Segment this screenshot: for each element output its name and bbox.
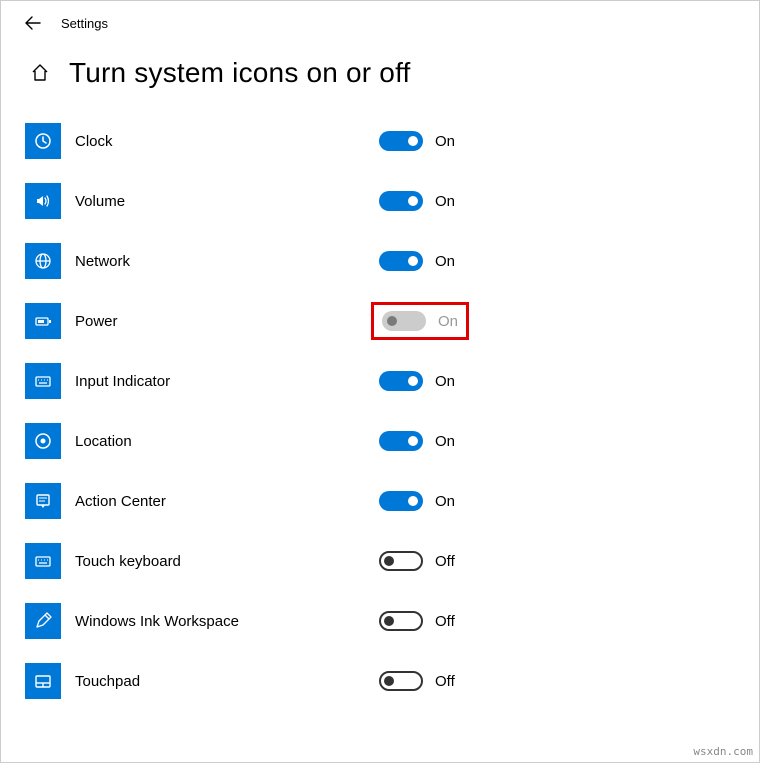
title-bar: Settings [1, 1, 759, 45]
label-touchkb: Touch keyboard [61, 553, 371, 570]
touchpad-icon [25, 663, 61, 699]
toggle-network[interactable] [379, 251, 423, 271]
toggle-ink[interactable] [379, 611, 423, 631]
toggle-state-ink: Off [435, 613, 455, 630]
toggle-power [382, 311, 426, 331]
label-network: Network [61, 253, 371, 270]
toggle-group-clock: On [371, 125, 463, 157]
clock-icon [25, 123, 61, 159]
toggle-state-location: On [435, 433, 455, 450]
toggle-state-network: On [435, 253, 455, 270]
toggle-group-network: On [371, 245, 463, 277]
home-button[interactable] [29, 62, 51, 84]
toggle-group-input: On [371, 365, 463, 397]
toggle-group-volume: On [371, 185, 463, 217]
row-network: Network On [25, 231, 759, 291]
row-clock: Clock On [25, 111, 759, 171]
row-power: Power On [25, 291, 759, 351]
toggle-group-ink: Off [371, 605, 463, 637]
toggle-group-location: On [371, 425, 463, 457]
volume-icon [25, 183, 61, 219]
power-icon [25, 303, 61, 339]
toggle-action[interactable] [379, 491, 423, 511]
toggle-volume[interactable] [379, 191, 423, 211]
watermark: wsxdn.com [693, 745, 753, 758]
home-icon [30, 63, 50, 83]
toggle-group-touchpad: Off [371, 665, 463, 697]
toggle-state-volume: On [435, 193, 455, 210]
input-icon [25, 363, 61, 399]
back-button[interactable] [23, 13, 43, 33]
toggle-state-touchkb: Off [435, 553, 455, 570]
toggle-state-action: On [435, 493, 455, 510]
toggle-touchpad[interactable] [379, 671, 423, 691]
toggle-group-action: On [371, 485, 463, 517]
touchkb-icon [25, 543, 61, 579]
action-icon [25, 483, 61, 519]
label-touchpad: Touchpad [61, 673, 371, 690]
row-touchpad: Touchpad Off [25, 651, 759, 711]
toggle-state-clock: On [435, 133, 455, 150]
network-icon [25, 243, 61, 279]
row-action: Action Center On [25, 471, 759, 531]
toggle-input[interactable] [379, 371, 423, 391]
location-icon [25, 423, 61, 459]
row-touchkb: Touch keyboard Off [25, 531, 759, 591]
toggle-location[interactable] [379, 431, 423, 451]
label-power: Power [61, 313, 371, 330]
label-clock: Clock [61, 133, 371, 150]
row-ink: Windows Ink Workspace Off [25, 591, 759, 651]
label-ink: Windows Ink Workspace [61, 613, 371, 630]
label-volume: Volume [61, 193, 371, 210]
page-header: Turn system icons on or off [1, 45, 759, 111]
app-title: Settings [61, 16, 108, 31]
page-title: Turn system icons on or off [69, 57, 411, 89]
label-action: Action Center [61, 493, 371, 510]
ink-icon [25, 603, 61, 639]
row-location: Location On [25, 411, 759, 471]
toggle-state-power: On [438, 313, 458, 330]
toggle-state-input: On [435, 373, 455, 390]
toggle-clock[interactable] [379, 131, 423, 151]
toggle-group-touchkb: Off [371, 545, 463, 577]
toggle-state-touchpad: Off [435, 673, 455, 690]
back-arrow-icon [25, 15, 41, 31]
label-input: Input Indicator [61, 373, 371, 390]
label-location: Location [61, 433, 371, 450]
system-icons-list: ClockOnVolumeOnNetworkOnPowerOnInput Ind… [1, 111, 759, 711]
row-volume: Volume On [25, 171, 759, 231]
toggle-touchkb[interactable] [379, 551, 423, 571]
row-input: Input Indicator On [25, 351, 759, 411]
toggle-group-power: On [371, 302, 469, 340]
